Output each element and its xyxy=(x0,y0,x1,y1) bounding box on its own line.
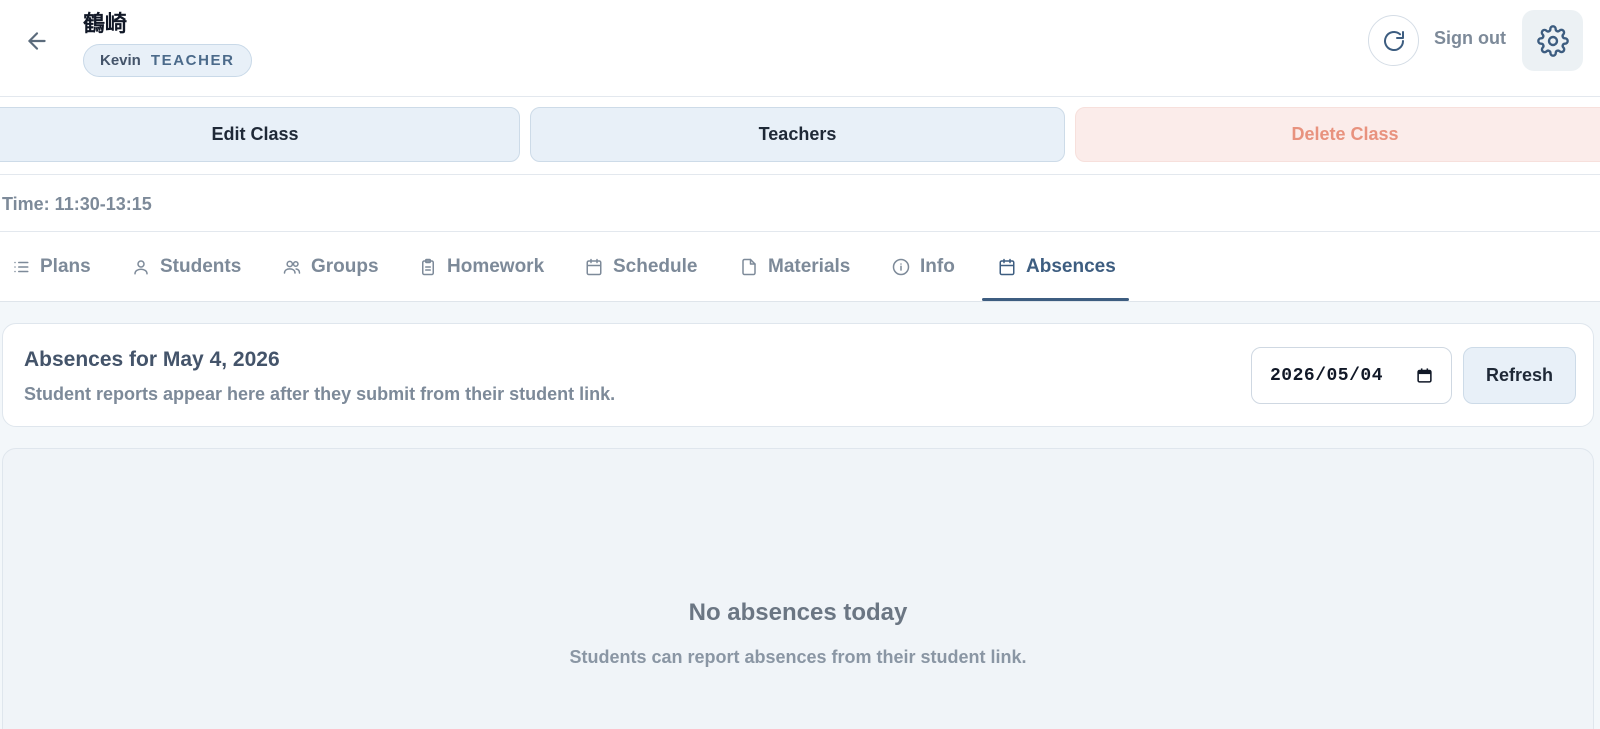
back-button[interactable] xyxy=(18,22,56,60)
delete-class-button[interactable]: Delete Class xyxy=(1075,107,1600,162)
tab-info[interactable]: Info xyxy=(892,232,955,302)
info-icon xyxy=(892,258,910,276)
user-role: TEACHER xyxy=(150,52,235,69)
tab-label: Homework xyxy=(447,256,545,277)
refresh-icon xyxy=(1383,30,1404,51)
tab-plans[interactable]: Plans xyxy=(12,232,91,302)
calendar-icon[interactable] xyxy=(1416,367,1433,384)
calendar-icon xyxy=(999,258,1015,276)
user-icon xyxy=(134,260,148,275)
empty-state-subtitle: Students can report absences from their … xyxy=(569,647,1027,667)
clipboard-icon xyxy=(422,258,434,276)
absences-header-card: Absences for May 4, 2026 Student reports… xyxy=(2,323,1594,427)
user-badge: Kevin TEACHER xyxy=(83,44,252,77)
refresh-button[interactable]: Refresh xyxy=(1463,347,1576,404)
tab-materials[interactable]: Materials xyxy=(740,232,850,302)
tab-label: Students xyxy=(160,256,242,277)
date-picker-input[interactable]: 2026/05/04 xyxy=(1251,347,1452,404)
arrow-left-icon xyxy=(28,32,46,50)
empty-state-title: No absences today xyxy=(688,599,908,626)
sign-out-link[interactable]: Sign out xyxy=(1434,28,1506,49)
tab-schedule[interactable]: Schedule xyxy=(585,232,697,302)
tab-bar: Plans Students Groups Homework Schedule … xyxy=(0,232,1600,302)
active-tab-indicator xyxy=(982,298,1129,301)
settings-button[interactable] xyxy=(1522,10,1583,71)
date-value: 2026/05/04 xyxy=(1270,365,1384,386)
tab-label: Info xyxy=(920,256,955,277)
app-header: 鶴崎 Kevin TEACHER Sign out xyxy=(0,0,1600,97)
class-title: 鶴崎 xyxy=(83,12,128,37)
list-icon xyxy=(14,261,29,273)
gear-icon xyxy=(1536,24,1569,57)
tab-label: Schedule xyxy=(613,256,698,277)
calendar-icon xyxy=(586,258,602,276)
tab-label: Materials xyxy=(768,256,851,277)
tab-groups[interactable]: Groups xyxy=(283,232,379,302)
tab-label: Plans xyxy=(40,256,91,277)
tab-students[interactable]: Students xyxy=(132,232,241,302)
tab-homework[interactable]: Homework xyxy=(419,232,544,302)
class-actions: Edit Class Teachers Delete Class xyxy=(0,97,1600,175)
file-icon xyxy=(742,258,756,276)
user-name: Kevin xyxy=(100,52,141,69)
absences-subtitle: Student reports appear here after they s… xyxy=(24,384,616,404)
class-time-row: Time: 11:30-13:15 xyxy=(0,175,1600,232)
teachers-button[interactable]: Teachers xyxy=(530,107,1065,162)
absences-empty-state: No absences today Students can report ab… xyxy=(2,448,1594,729)
edit-class-button[interactable]: Edit Class xyxy=(0,107,520,162)
reload-button[interactable] xyxy=(1368,15,1419,66)
tab-label: Absences xyxy=(1026,256,1116,277)
tab-label: Groups xyxy=(311,256,379,277)
class-time: Time: 11:30-13:15 xyxy=(2,194,152,214)
tab-absences[interactable]: Absences xyxy=(998,232,1116,302)
users-icon xyxy=(283,260,301,274)
absences-title: Absences for May 4, 2026 xyxy=(24,348,280,371)
